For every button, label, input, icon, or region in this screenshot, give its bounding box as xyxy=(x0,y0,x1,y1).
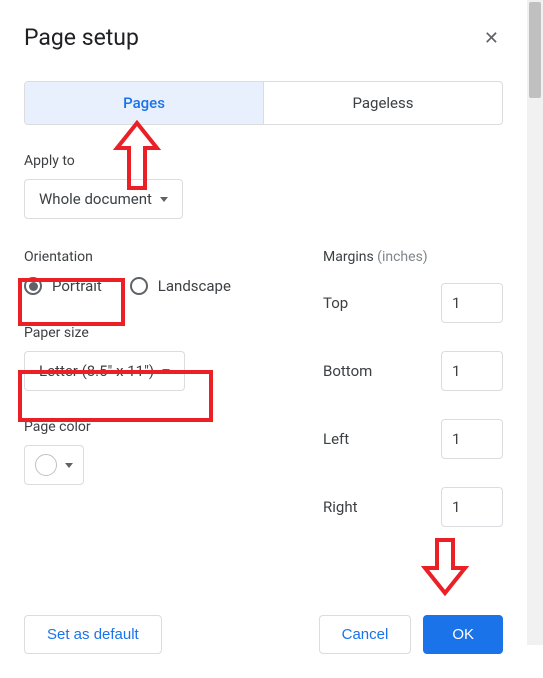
margin-bottom-label: Bottom xyxy=(323,362,372,380)
ok-label: OK xyxy=(452,626,474,643)
portrait-label: Portrait xyxy=(52,277,102,295)
landscape-label: Landscape xyxy=(158,277,231,295)
page-color-dropdown[interactable] xyxy=(24,445,84,485)
paper-size-dropdown[interactable]: Letter (8.5" x 11") xyxy=(24,351,185,391)
caret-down-icon xyxy=(65,463,73,468)
orientation-label: Orientation xyxy=(24,249,283,265)
margin-right-label: Right xyxy=(323,498,357,516)
margin-left-input[interactable] xyxy=(441,419,503,459)
tab-pages-label: Pages xyxy=(123,94,165,112)
apply-to-value: Whole document xyxy=(39,190,152,208)
margin-right-input[interactable] xyxy=(441,487,503,527)
set-as-default-button[interactable]: Set as default xyxy=(24,615,162,654)
page-color-label: Page color xyxy=(24,419,283,435)
close-icon[interactable]: ✕ xyxy=(480,24,503,53)
color-swatch-icon xyxy=(35,454,57,476)
cancel-button[interactable]: Cancel xyxy=(319,615,412,654)
margins-text: Margins xyxy=(323,249,374,265)
margin-top-label: Top xyxy=(323,294,348,312)
orientation-portrait[interactable]: Portrait xyxy=(24,277,102,295)
apply-to-label: Apply to xyxy=(24,153,503,169)
page-setup-dialog: Page setup ✕ Pages Pageless Apply to Who… xyxy=(0,0,543,678)
ok-button[interactable]: OK xyxy=(423,615,503,654)
paper-size-value: Letter (8.5" x 11") xyxy=(39,362,154,380)
radio-icon xyxy=(130,277,148,295)
caret-down-icon xyxy=(162,369,170,374)
margin-left-label: Left xyxy=(323,430,349,448)
scrollbar-thumb[interactable] xyxy=(529,2,541,98)
tab-pageless-label: Pageless xyxy=(352,94,413,112)
caret-down-icon xyxy=(160,197,168,202)
scrollbar-track[interactable] xyxy=(527,0,543,645)
radio-icon xyxy=(24,277,42,295)
tab-pages[interactable]: Pages xyxy=(25,82,263,124)
orientation-radio-group: Portrait Landscape xyxy=(24,277,283,295)
set-default-label: Set as default xyxy=(47,626,139,643)
tab-group: Pages Pageless xyxy=(24,81,503,125)
margins-label: Margins (inches) xyxy=(323,249,503,265)
dialog-title: Page setup xyxy=(24,24,139,51)
orientation-landscape[interactable]: Landscape xyxy=(130,277,231,295)
margin-top-input[interactable] xyxy=(441,283,503,323)
margins-unit: (inches) xyxy=(377,249,428,265)
apply-to-dropdown[interactable]: Whole document xyxy=(24,179,183,219)
margin-bottom-input[interactable] xyxy=(441,351,503,391)
cancel-label: Cancel xyxy=(342,626,389,643)
tab-pageless[interactable]: Pageless xyxy=(263,82,502,124)
paper-size-label: Paper size xyxy=(24,325,283,341)
